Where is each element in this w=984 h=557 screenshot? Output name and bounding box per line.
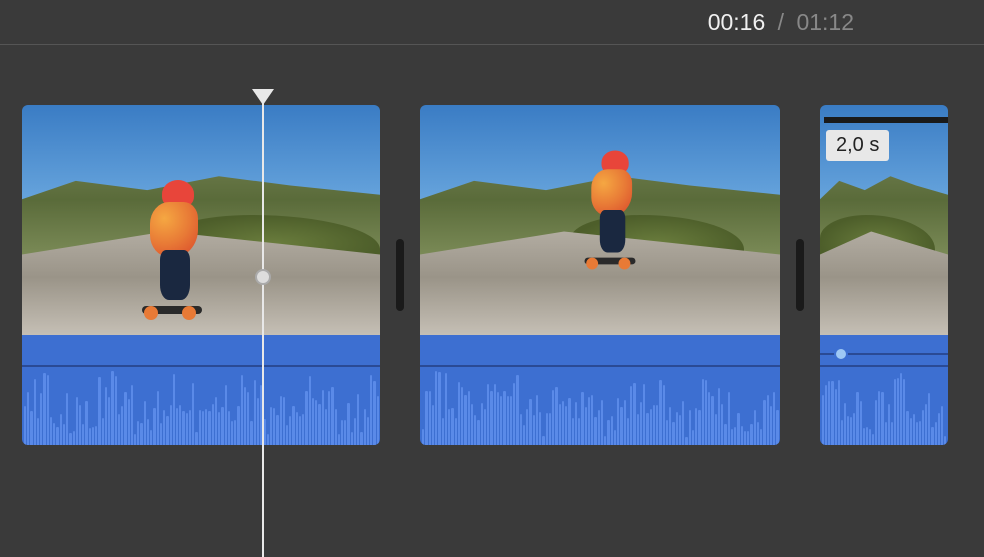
clip-thumbnail xyxy=(420,105,780,335)
playhead-handle[interactable] xyxy=(255,269,271,285)
waveform xyxy=(22,369,380,445)
keyframe-line[interactable] xyxy=(820,353,948,355)
duration-badge[interactable]: 2,0 s xyxy=(826,130,889,161)
clips-row: 2,0 s xyxy=(0,105,984,445)
edge-handle-icon xyxy=(796,239,804,311)
clip-thumbnail xyxy=(22,105,380,335)
video-clip[interactable]: 2,0 s xyxy=(820,105,948,445)
keyframe-handle[interactable] xyxy=(834,347,848,361)
waveform xyxy=(420,369,780,445)
transition-handle[interactable] xyxy=(780,160,820,390)
edge-handle-icon xyxy=(396,239,404,311)
time-separator: / xyxy=(778,9,784,35)
time-display: 00:16 / 01:12 xyxy=(708,9,854,36)
playhead-marker-icon xyxy=(252,89,274,105)
playhead[interactable] xyxy=(262,97,264,557)
header-bar: 00:16 / 01:12 xyxy=(0,0,984,45)
video-clip[interactable] xyxy=(22,105,380,445)
transition-handle[interactable] xyxy=(380,160,420,390)
total-time: 01:12 xyxy=(796,9,854,35)
speed-indicator[interactable] xyxy=(824,117,948,123)
video-clip[interactable] xyxy=(420,105,780,445)
timeline[interactable]: 2,0 s xyxy=(0,45,984,521)
clip-audio-track[interactable] xyxy=(22,335,380,445)
waveform xyxy=(820,369,948,445)
clip-audio-track[interactable] xyxy=(420,335,780,445)
current-time: 00:16 xyxy=(708,9,766,35)
